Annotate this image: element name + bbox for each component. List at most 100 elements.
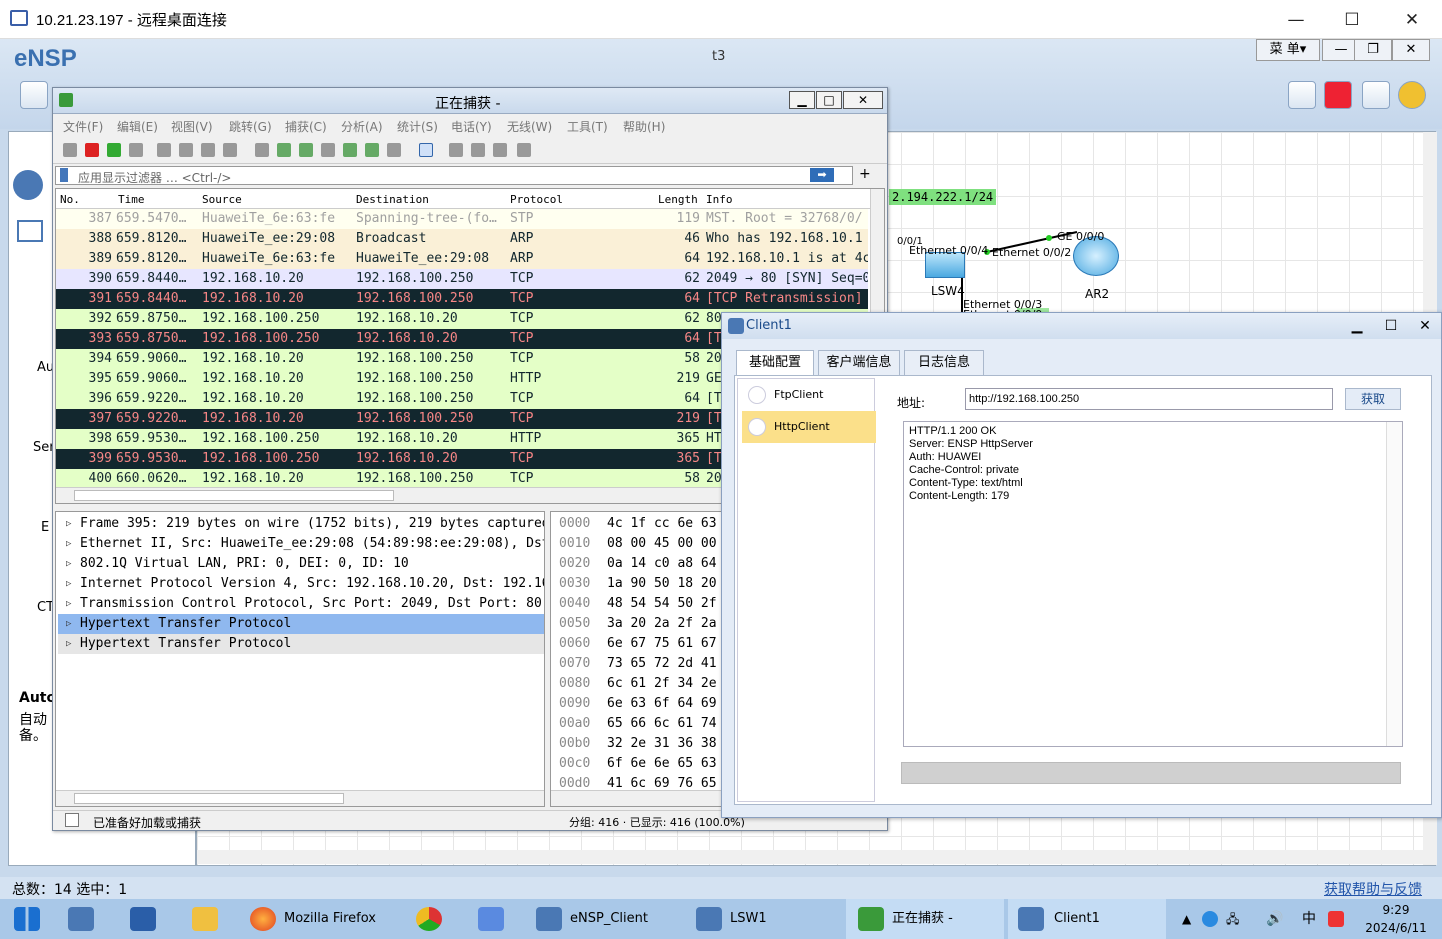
- tab-client-info[interactable]: 客户端信息: [818, 350, 900, 376]
- menu-file[interactable]: 文件(F): [63, 118, 103, 135]
- expand-arrow-icon[interactable]: ▷: [66, 554, 71, 574]
- tab-basic-config[interactable]: 基础配置: [736, 350, 814, 376]
- edge-tray-icon[interactable]: [1202, 911, 1218, 927]
- menu-edit[interactable]: 编辑(E): [117, 118, 158, 135]
- restart-capture-icon[interactable]: [107, 143, 121, 157]
- ime-indicator[interactable]: 中: [1302, 899, 1322, 939]
- zoom-out-icon[interactable]: [471, 143, 485, 157]
- tray-chevron-icon[interactable]: ▲: [1182, 899, 1191, 939]
- settings-gear-icon[interactable]: [1362, 81, 1390, 109]
- taskbar-network-app[interactable]: [56, 899, 110, 939]
- rdp-maximize-button[interactable]: ☐: [1324, 0, 1380, 39]
- stop-capture-icon[interactable]: [85, 143, 99, 157]
- client-maximize-button[interactable]: ☐: [1374, 315, 1408, 337]
- start-button[interactable]: [0, 899, 54, 939]
- wireshark-minimize-button[interactable]: ▁: [789, 91, 815, 109]
- new-topology-icon[interactable]: [20, 81, 48, 109]
- go-to-packet-icon[interactable]: [321, 143, 335, 157]
- rdp-minimize-button[interactable]: —: [1268, 0, 1324, 39]
- taskbar-chrome[interactable]: [402, 899, 458, 939]
- taskbar-ensp-client[interactable]: eNSP_Client: [526, 899, 680, 939]
- wireshark-close-button[interactable]: ✕: [843, 91, 883, 109]
- close-file-icon[interactable]: [201, 143, 215, 157]
- detail-row[interactable]: ▷ Hypertext Transfer Protocol: [58, 614, 544, 634]
- packet-row[interactable]: 391 659.8440… 192.168.10.20 192.168.100.250…: [56, 289, 868, 309]
- ensp-close-button[interactable]: ✕: [1392, 39, 1430, 61]
- col-length[interactable]: Length: [658, 193, 698, 206]
- capture-options-icon[interactable]: [129, 143, 143, 157]
- pc-icon[interactable]: [17, 220, 43, 242]
- detail-row[interactable]: ▷ 802.1Q Virtual LAN, PRI: 0, DEI: 0, ID:…: [58, 554, 544, 574]
- first-packet-icon[interactable]: [343, 143, 357, 157]
- httpclient-item[interactable]: HttpClient: [742, 411, 876, 443]
- ensp-menu-button[interactable]: 菜 单▾: [1256, 39, 1320, 61]
- topology-hscroll[interactable]: [197, 850, 1423, 864]
- expand-arrow-icon[interactable]: ▷: [66, 614, 71, 634]
- taskbar-wireshark[interactable]: 正在捕获 -: [846, 899, 1004, 939]
- start-capture-icon[interactable]: [63, 143, 77, 157]
- menu-wireless[interactable]: 无线(W): [507, 118, 552, 135]
- col-no[interactable]: No.: [60, 193, 80, 206]
- taskbar-client1[interactable]: Client1: [1008, 899, 1166, 939]
- col-source[interactable]: Source: [202, 193, 242, 206]
- bookmark-icon[interactable]: [60, 168, 68, 182]
- wireshark-maximize-button[interactable]: □: [816, 91, 842, 109]
- expert-info-icon[interactable]: [65, 813, 79, 827]
- menu-telephony[interactable]: 电话(Y): [451, 118, 492, 135]
- menu-tools[interactable]: 工具(T): [567, 118, 608, 135]
- detail-row[interactable]: ▷ Transmission Control Protocol, Src Port…: [58, 594, 544, 614]
- colorize-icon[interactable]: [419, 143, 433, 157]
- go-back-icon[interactable]: [277, 143, 291, 157]
- save-file-icon[interactable]: [179, 143, 193, 157]
- zoom-normal-icon[interactable]: [493, 143, 507, 157]
- detail-row[interactable]: ▷ Internet Protocol Version 4, Src: 192.1…: [58, 574, 544, 594]
- huawei-icon[interactable]: [1324, 81, 1352, 109]
- menu-help[interactable]: 帮助(H): [623, 118, 665, 135]
- ftpclient-item[interactable]: FtpClient: [742, 379, 876, 411]
- tab-log-info[interactable]: 日志信息: [904, 350, 984, 376]
- find-packet-icon[interactable]: [255, 143, 269, 157]
- volume-tray-icon[interactable]: 🔊: [1266, 899, 1283, 939]
- hscroll-thumb[interactable]: [74, 490, 394, 501]
- taskbar-firefox[interactable]: Mozilla Firefox: [240, 899, 396, 939]
- col-protocol[interactable]: Protocol: [510, 193, 563, 206]
- packet-details[interactable]: ▷ Frame 395: 219 bytes on wire (1752 bits…: [55, 511, 545, 807]
- reload-icon[interactable]: [223, 143, 237, 157]
- detail-row[interactable]: ▷ Frame 395: 219 bytes on wire (1752 bits…: [58, 514, 544, 534]
- response-vscroll[interactable]: [1386, 422, 1402, 746]
- zoom-in-icon[interactable]: [449, 143, 463, 157]
- packet-row[interactable]: 388 659.8120… HuaweiTe_ee:29:08 Broadcast AR…: [56, 229, 868, 249]
- last-packet-icon[interactable]: [365, 143, 379, 157]
- expand-arrow-icon[interactable]: ▷: [66, 574, 71, 594]
- packet-row[interactable]: 389 659.8120… HuaweiTe_6e:63:fe HuaweiTe_ee…: [56, 249, 868, 269]
- taskbar-powershell[interactable]: [118, 899, 172, 939]
- apply-filter-arrow-icon[interactable]: ➡: [810, 168, 834, 182]
- network-tray-icon[interactable]: 🖧: [1226, 899, 1239, 939]
- col-info[interactable]: Info: [706, 193, 733, 206]
- client-minimize-button[interactable]: ▁: [1340, 315, 1374, 337]
- menu-view[interactable]: 视图(V): [171, 118, 213, 135]
- display-filter-input[interactable]: 应用显示过滤器 … <Ctrl-/> ➡: [55, 166, 853, 185]
- autoscroll-icon[interactable]: [387, 143, 401, 157]
- menu-statistics[interactable]: 统计(S): [397, 118, 438, 135]
- help-feedback-link[interactable]: 获取帮助与反馈: [1324, 879, 1422, 899]
- expand-arrow-icon[interactable]: ▷: [66, 514, 71, 534]
- chat-icon[interactable]: [1288, 81, 1316, 109]
- expand-arrow-icon[interactable]: ▷: [66, 534, 71, 554]
- http-response-text[interactable]: HTTP/1.1 200 OK Server: ENSP HttpServer Au…: [903, 421, 1403, 747]
- ensp-restore-button[interactable]: ❐: [1354, 39, 1392, 61]
- detail-row[interactable]: ▷ Hypertext Transfer Protocol: [58, 634, 544, 654]
- expand-arrow-icon[interactable]: ▷: [66, 594, 71, 614]
- hscroll-thumb[interactable]: [74, 793, 344, 804]
- taskbar-lsw1[interactable]: LSW1: [686, 899, 842, 939]
- resize-columns-icon[interactable]: [517, 143, 531, 157]
- details-hscroll[interactable]: [56, 790, 544, 806]
- clock[interactable]: 9:29 2024/6/11: [1356, 899, 1436, 939]
- packet-row[interactable]: 390 659.8440… 192.168.10.20 192.168.100.250…: [56, 269, 868, 289]
- client-close-button[interactable]: ✕: [1408, 315, 1442, 337]
- col-destination[interactable]: Destination: [356, 193, 429, 206]
- add-filter-plus-icon[interactable]: +: [859, 166, 871, 182]
- address-input[interactable]: [965, 388, 1333, 410]
- rdp-close-button[interactable]: ✕: [1384, 0, 1440, 39]
- open-file-icon[interactable]: [157, 143, 171, 157]
